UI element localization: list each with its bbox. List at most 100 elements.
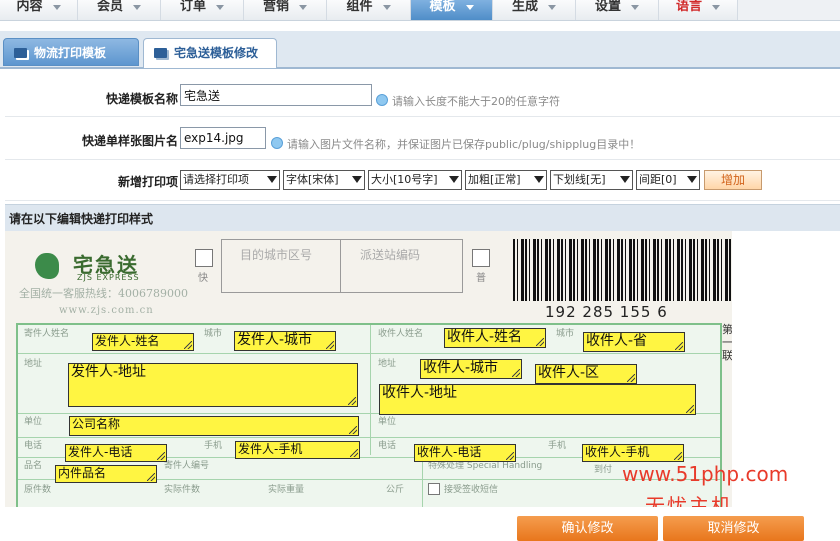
resize-handle-icon[interactable] — [674, 452, 682, 460]
nav-label: 组件 — [346, 0, 373, 14]
print-field-recipient-mobile[interactable]: 收件人-手机 — [582, 444, 684, 462]
recipient-address-label: 地址 — [378, 359, 397, 369]
logo-leaf-icon — [35, 253, 59, 279]
logo-subtext: ZJS EXPRESS — [77, 273, 140, 282]
underline-select[interactable]: 下划线[无] — [550, 170, 633, 190]
image-name-hint: 请输入图片文件名称，并保证图片已保存public/plug/shipplug目录… — [271, 136, 640, 152]
recipient-phone-label: 电话 — [378, 441, 397, 451]
print-field-sender-phone[interactable]: 发件人-电话 — [65, 444, 167, 462]
normal-label: 普 — [476, 273, 486, 284]
goods-label: 品名 — [24, 461, 43, 471]
spacing-select[interactable]: 间距[0] — [636, 170, 700, 190]
print-field-label: 内件品名 — [58, 466, 107, 480]
sender-city-label: 城市 — [204, 329, 223, 339]
resize-handle-icon[interactable] — [686, 405, 694, 413]
resize-handle-icon[interactable] — [184, 341, 192, 349]
print-field-label: 发件人-地址 — [71, 364, 147, 380]
nav-item-generate[interactable]: 生成 — [493, 0, 576, 20]
tab-zjs-template-edit[interactable]: 宅急送模板修改 — [143, 38, 277, 68]
print-field-sender-name[interactable]: 发件人-姓名 — [92, 333, 194, 351]
nav-item-order[interactable]: 订单 — [161, 0, 244, 20]
tab-label: 物流打印模板 — [34, 46, 107, 60]
nav-item-member[interactable]: 会员 — [78, 0, 161, 20]
print-field-company-name[interactable]: 公司名称 — [69, 416, 359, 436]
size-select[interactable]: 大小[10号字] — [368, 170, 462, 190]
resize-handle-icon[interactable] — [349, 426, 357, 434]
template-name-label: 快递模板名称 — [105, 92, 178, 106]
template-name-input[interactable] — [180, 84, 372, 106]
print-field-label: 收件人-城市 — [423, 360, 499, 376]
website-text: www.zjs.com.cn — [59, 305, 154, 316]
print-field-recipient-phone[interactable]: 收件人-电话 — [414, 444, 516, 462]
resize-handle-icon[interactable] — [157, 452, 165, 460]
resize-handle-icon[interactable] — [512, 369, 520, 377]
print-item-select[interactable]: 请选择打印项 — [180, 170, 280, 190]
print-field-recipient-province[interactable]: 收件人-省 — [583, 332, 685, 352]
print-field-recipient-city[interactable]: 收件人-城市 — [420, 359, 522, 379]
cancel-button[interactable]: 取消修改 — [663, 516, 804, 541]
confirm-button[interactable]: 确认修改 — [517, 516, 658, 541]
sms-receipt-label: 接受签收短信 — [444, 485, 499, 495]
resize-handle-icon[interactable] — [147, 473, 155, 481]
image-name-input[interactable] — [180, 127, 266, 149]
nav-item-settings[interactable]: 设置 — [576, 0, 659, 20]
watermark-url: www.51php.com — [622, 462, 789, 486]
add-button[interactable]: 增加 — [704, 170, 762, 190]
dropdown-arrow-icon — [352, 176, 362, 183]
nav-item-language[interactable]: 语言 — [659, 0, 738, 20]
print-field-label: 收件人-姓名 — [447, 329, 523, 345]
city-code-boxes: 目的城市区号 派送站编码 — [221, 239, 463, 293]
chevron-down-icon — [52, 5, 61, 10]
print-field-item-name[interactable]: 内件品名 — [55, 465, 157, 483]
nav-label: 订单 — [179, 0, 206, 14]
dropdown-arrow-icon — [620, 176, 630, 183]
print-field-recipient-name[interactable]: 收件人-姓名 — [444, 328, 546, 348]
nav-label: 会员 — [96, 0, 123, 14]
recipient-unit-label: 单位 — [378, 417, 397, 427]
resize-handle-icon[interactable] — [675, 342, 683, 350]
divider — [18, 437, 720, 438]
font-select[interactable]: 字体[宋体] — [283, 170, 365, 190]
dropdown-arrow-icon — [687, 176, 697, 183]
select-value: 下划线[无] — [553, 173, 606, 186]
resize-handle-icon[interactable] — [350, 449, 358, 457]
resize-handle-icon[interactable] — [326, 341, 334, 349]
nav-label: 设置 — [594, 0, 621, 14]
print-field-sender-city[interactable]: 发件人-城市 — [234, 331, 336, 351]
print-field-label: 收件人-电话 — [417, 445, 482, 459]
add-print-item-label: 新增打印项 — [117, 175, 178, 189]
resize-handle-icon[interactable] — [627, 374, 635, 382]
nav-item-marketing[interactable]: 营销 — [244, 0, 327, 20]
chevron-down-icon — [299, 5, 307, 10]
resize-handle-icon[interactable] — [506, 452, 514, 460]
window-icon — [154, 48, 167, 58]
nav-item-content[interactable]: 内容 — [0, 0, 78, 20]
print-field-sender-address[interactable]: 发件人-地址 — [68, 363, 358, 407]
express-checkbox — [195, 249, 213, 267]
sender-mobile-label: 手机 — [204, 441, 223, 451]
chevron-down-icon — [133, 5, 141, 10]
nav-item-template[interactable]: 模板 — [411, 0, 493, 20]
resize-handle-icon[interactable] — [348, 397, 356, 405]
print-field-recipient-address[interactable]: 收件人-地址 — [379, 384, 696, 415]
recipient-mobile-label: 手机 — [548, 441, 567, 451]
actual-weight-label: 实际重量 — [268, 485, 305, 495]
tab-bar: 物流打印模板 宅急送模板修改 — [0, 31, 840, 69]
resize-handle-icon[interactable] — [536, 338, 544, 346]
nav-item-component[interactable]: 组件 — [327, 0, 411, 20]
chevron-down-icon — [712, 5, 720, 10]
print-field-recipient-district[interactable]: 收件人-区 — [535, 364, 637, 384]
select-value: 大小[10号字] — [371, 173, 438, 186]
kg-label: 公斤 — [386, 485, 405, 495]
nav-label: 生成 — [511, 0, 538, 14]
print-field-label: 发件人-电话 — [68, 445, 133, 459]
barcode — [513, 239, 731, 301]
dest-city-label: 目的城市区号 — [240, 248, 313, 262]
print-field-label: 收件人-地址 — [382, 385, 458, 401]
recipient-city-label: 城市 — [556, 329, 575, 339]
print-field-sender-mobile[interactable]: 发件人-手机 — [235, 441, 360, 459]
bold-select[interactable]: 加粗[正常] — [465, 170, 547, 190]
nav-label: 营销 — [262, 0, 289, 14]
print-field-label: 发件人-城市 — [237, 332, 313, 348]
tab-logistics-print-template[interactable]: 物流打印模板 — [3, 38, 139, 66]
